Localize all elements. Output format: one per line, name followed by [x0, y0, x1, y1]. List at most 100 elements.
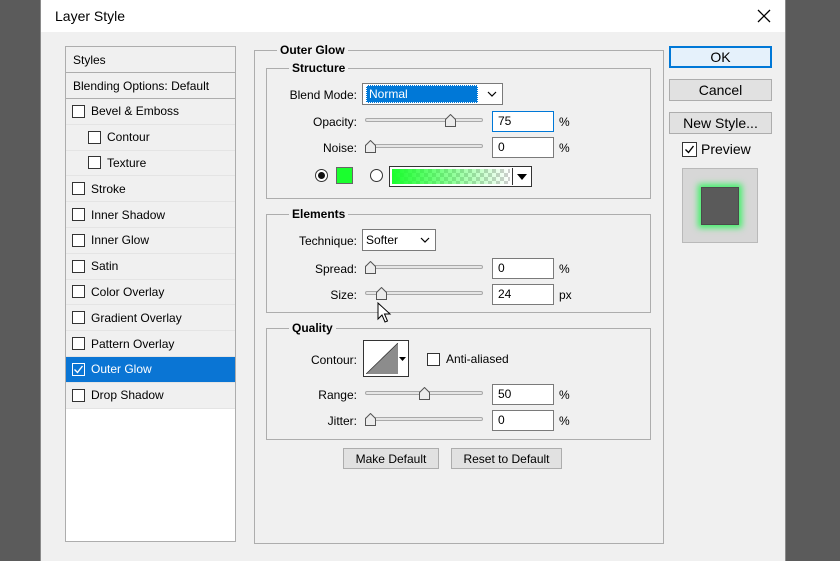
technique-select[interactable]: Softer	[362, 229, 436, 251]
style-checkbox[interactable]	[72, 337, 85, 351]
anti-aliased-label: Anti-aliased	[446, 352, 509, 366]
outer-glow-panel: Outer Glow Structure Blend Mode: Normal …	[254, 43, 664, 544]
contour-picker[interactable]	[363, 340, 409, 377]
spread-slider[interactable]	[365, 261, 483, 274]
styles-header[interactable]: Styles	[66, 47, 235, 73]
checkmark-icon	[685, 145, 695, 154]
style-item-stroke[interactable]: Stroke	[66, 176, 235, 203]
close-button[interactable]	[751, 4, 777, 28]
style-checkbox[interactable]	[72, 233, 85, 247]
style-item-outer-glow[interactable]: Outer Glow	[66, 356, 235, 383]
size-slider[interactable]	[365, 287, 483, 300]
blending-options-item[interactable]: Blending Options: Default	[66, 73, 235, 99]
style-item-label: Color Overlay	[91, 284, 165, 299]
slider-thumb-icon[interactable]	[419, 387, 430, 400]
jitter-input[interactable]: 0	[492, 410, 554, 431]
dropdown-arrow-icon[interactable]	[512, 168, 530, 185]
range-label: Range:	[318, 388, 357, 402]
style-checkbox[interactable]	[72, 259, 85, 273]
style-checkbox[interactable]	[72, 285, 85, 299]
style-checkbox[interactable]	[72, 362, 85, 376]
structure-group: Structure Blend Mode: Normal Opacity: 75…	[266, 61, 651, 199]
preview-swatch	[701, 186, 739, 225]
gradient-preview	[392, 169, 510, 184]
style-item-pattern-overlay[interactable]: Pattern Overlay	[66, 331, 235, 357]
ok-button[interactable]: OK	[669, 46, 772, 68]
style-item-label: Texture	[107, 155, 147, 170]
noise-unit: %	[559, 141, 570, 155]
range-unit: %	[559, 388, 570, 402]
style-item-label: Inner Shadow	[91, 207, 166, 222]
reset-to-default-button[interactable]: Reset to Default	[451, 448, 562, 469]
noise-label: Noise:	[322, 141, 357, 155]
window-title: Layer Style	[55, 8, 126, 24]
elements-legend: Elements	[289, 207, 349, 221]
style-item-gradient-overlay[interactable]: Gradient Overlay	[66, 305, 235, 332]
style-checkbox[interactable]	[72, 311, 85, 325]
styles-list: Styles Blending Options: Default Bevel &…	[65, 46, 236, 542]
style-item-label: Drop Shadow	[91, 388, 164, 403]
new-style-button[interactable]: New Style...	[669, 112, 772, 134]
style-item-texture[interactable]: Texture	[66, 150, 235, 177]
size-unit: px	[559, 288, 572, 302]
style-checkbox[interactable]	[88, 156, 101, 170]
style-checkbox[interactable]	[72, 104, 85, 118]
quality-group: Quality Contour: Anti-aliased Range: 50 …	[266, 321, 651, 440]
glow-color-swatch[interactable]	[336, 167, 353, 184]
slider-thumb-icon[interactable]	[365, 261, 376, 274]
cancel-button[interactable]: Cancel	[669, 79, 772, 101]
style-checkbox[interactable]	[72, 388, 85, 402]
slider-thumb-icon[interactable]	[376, 287, 387, 300]
slider-thumb-icon[interactable]	[365, 140, 376, 153]
opacity-slider[interactable]	[365, 114, 483, 127]
style-item-color-overlay[interactable]: Color Overlay	[66, 279, 235, 306]
style-checkbox[interactable]	[88, 130, 101, 144]
spread-input[interactable]: 0	[492, 258, 554, 279]
style-item-satin[interactable]: Satin	[66, 253, 235, 280]
preview-checkbox[interactable]	[682, 141, 697, 157]
range-input[interactable]: 50	[492, 384, 554, 405]
slider-thumb-icon[interactable]	[445, 114, 456, 127]
checkmark-icon	[74, 365, 84, 374]
quality-legend: Quality	[289, 321, 336, 335]
spread-unit: %	[559, 262, 570, 276]
style-preview	[682, 168, 758, 243]
gradient-picker[interactable]	[389, 166, 532, 187]
style-item-inner-shadow[interactable]: Inner Shadow	[66, 202, 235, 228]
style-item-bevel-emboss[interactable]: Bevel & Emboss	[66, 99, 235, 125]
dropdown-arrow-icon[interactable]	[398, 342, 407, 375]
style-item-label: Satin	[91, 259, 119, 274]
jitter-slider[interactable]	[365, 413, 483, 426]
style-checkbox[interactable]	[72, 182, 85, 196]
anti-aliased-checkbox[interactable]	[427, 352, 440, 366]
mouse-cursor-icon	[377, 302, 392, 323]
elements-group: Elements Technique: Softer Spread: 0 % S…	[266, 207, 651, 313]
style-item-label: Gradient Overlay	[91, 310, 182, 325]
noise-slider[interactable]	[365, 140, 483, 153]
chevron-down-icon	[482, 84, 502, 104]
gradient-radio[interactable]	[370, 169, 383, 182]
range-slider[interactable]	[365, 387, 483, 400]
anti-aliased-option[interactable]: Anti-aliased	[427, 352, 509, 366]
style-item-contour[interactable]: Contour	[66, 124, 235, 151]
style-item-label: Pattern Overlay	[91, 336, 175, 351]
preview-option[interactable]: Preview	[682, 141, 751, 157]
title-bar: Layer Style	[41, 0, 785, 32]
opacity-input[interactable]: 75	[492, 111, 554, 132]
style-item-label: Outer Glow	[91, 362, 152, 377]
jitter-label: Jitter:	[327, 414, 357, 428]
style-item-label: Bevel & Emboss	[91, 104, 180, 119]
layer-style-dialog: Layer Style Styles Blending Options: Def…	[40, 0, 786, 561]
style-item-drop-shadow[interactable]: Drop Shadow	[66, 382, 235, 409]
style-item-inner-glow[interactable]: Inner Glow	[66, 227, 235, 254]
contour-label: Contour:	[310, 353, 357, 367]
slider-thumb-icon[interactable]	[365, 413, 376, 426]
blend-mode-label: Blend Mode:	[289, 88, 357, 102]
style-item-label: Inner Glow	[91, 233, 150, 248]
size-input[interactable]: 24	[492, 284, 554, 305]
noise-input[interactable]: 0	[492, 137, 554, 158]
make-default-button[interactable]: Make Default	[343, 448, 439, 469]
style-checkbox[interactable]	[72, 208, 85, 222]
blend-mode-select[interactable]: Normal	[362, 83, 503, 105]
solid-color-radio[interactable]	[315, 169, 328, 182]
